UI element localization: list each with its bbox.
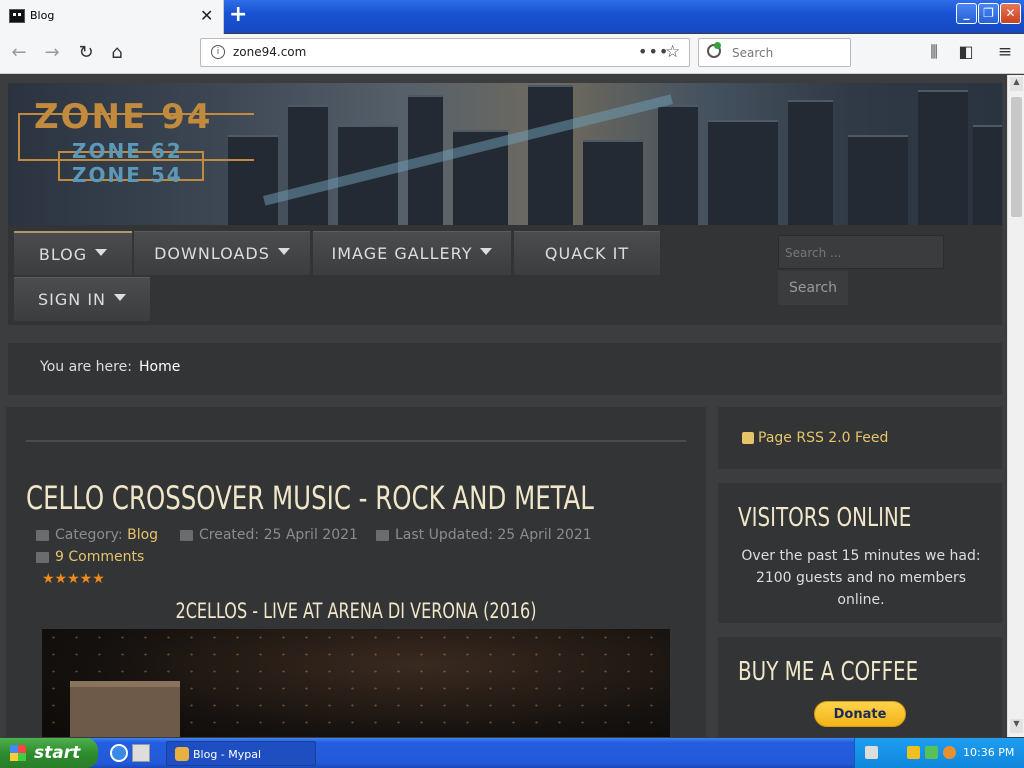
taskbar: start Blog - Mypal 10:36 PM bbox=[0, 738, 1024, 768]
coffee-heading: BUY ME A COFFEE bbox=[738, 657, 919, 687]
menu-label-sign-in: SIGN IN bbox=[37, 290, 106, 309]
chevron-down-icon bbox=[95, 249, 108, 256]
site-search-input[interactable]: Search ... bbox=[778, 235, 944, 269]
divider bbox=[26, 440, 686, 442]
menu-label-quack-it: QUACK IT bbox=[544, 244, 630, 263]
taskbar-item-label: Blog - Mypal bbox=[193, 748, 262, 761]
article: CELLO CROSSOVER MUSIC - ROCK AND METAL C… bbox=[6, 407, 706, 737]
bookmark-star-icon[interactable]: ☆ bbox=[665, 42, 680, 62]
browser-search-placeholder: Search bbox=[732, 46, 774, 60]
menu-item-downloads[interactable]: DOWNLOADS bbox=[134, 231, 310, 275]
menu-label-downloads: DOWNLOADS bbox=[154, 244, 270, 263]
forward-arrow-icon[interactable]: → bbox=[40, 42, 64, 63]
logo-subtitle-2: ZONE 54 bbox=[72, 163, 183, 187]
article-created: Created: 25 April 2021 bbox=[180, 527, 358, 543]
menu-item-image-gallery[interactable]: IMAGE GALLERY bbox=[313, 231, 511, 275]
window-close-button[interactable]: ✕ bbox=[1000, 3, 1021, 24]
url-text[interactable]: zone94.com bbox=[233, 45, 306, 59]
visitors-heading: VISITORS ONLINE bbox=[738, 503, 912, 533]
menu-label-image-gallery: IMAGE GALLERY bbox=[331, 244, 473, 263]
search-icon[interactable] bbox=[943, 746, 956, 759]
browser-search-field[interactable]: Search bbox=[698, 38, 851, 67]
menu-item-quack-it[interactable]: QUACK IT bbox=[514, 231, 660, 275]
back-arrow-icon[interactable]: ← bbox=[7, 42, 31, 63]
menu-item-blog[interactable]: BLOG bbox=[14, 231, 132, 275]
chevron-down-icon bbox=[114, 294, 126, 301]
show-desktop-icon[interactable] bbox=[132, 744, 150, 762]
keyboard-icon[interactable] bbox=[865, 746, 878, 759]
mypal-icon bbox=[175, 747, 189, 761]
article-title[interactable]: CELLO CROSSOVER MUSIC - ROCK AND METAL bbox=[26, 479, 594, 517]
breadcrumb: You are here: Home bbox=[8, 343, 1002, 395]
folder-icon bbox=[36, 529, 49, 541]
site-search-button[interactable]: Search bbox=[778, 271, 848, 305]
reload-icon[interactable]: ↻ bbox=[74, 42, 98, 63]
navigation-toolbar: ← → ↻ ⌂ i zone94.com ••• ☆ Search ⫼ ◧ ≡ bbox=[0, 34, 1024, 74]
site-info-icon[interactable]: i bbox=[211, 45, 225, 59]
vertical-scrollbar[interactable]: ▲ ▼ bbox=[1007, 75, 1024, 737]
rss-icon bbox=[742, 432, 754, 444]
article-subtitle: 2CELLOS - LIVE AT ARENA DI VERONA (2016) bbox=[175, 599, 537, 623]
category-label: Category: bbox=[55, 527, 123, 543]
calendar-icon bbox=[376, 529, 389, 541]
article-category: Category: Blog bbox=[36, 527, 158, 543]
visitors-text: Over the past 15 minutes we had: 2100 gu… bbox=[741, 548, 981, 608]
rss-link[interactable]: Page RSS 2.0 Feed bbox=[758, 430, 888, 446]
donate-button[interactable]: Donate bbox=[814, 701, 906, 727]
taskbar-item-mypal[interactable]: Blog - Mypal bbox=[166, 741, 316, 766]
menu-hamburger-icon[interactable]: ≡ bbox=[993, 42, 1017, 62]
clock[interactable]: 10:36 PM bbox=[963, 746, 1014, 759]
logo-subtitle-1: ZONE 62 bbox=[72, 139, 183, 163]
site-favicon-icon bbox=[9, 9, 25, 23]
chevron-down-icon bbox=[480, 248, 493, 255]
site-logo[interactable]: ZONE 94 bbox=[34, 97, 212, 137]
rating-stars[interactable]: ★★★★★ bbox=[42, 571, 105, 587]
network-icon[interactable] bbox=[925, 746, 938, 759]
scrollbar-thumb[interactable] bbox=[1011, 97, 1022, 217]
chevron-down-icon bbox=[277, 248, 290, 255]
menu-item-sign-in[interactable]: SIGN IN bbox=[14, 277, 150, 321]
close-tab-icon[interactable]: ✕ bbox=[200, 6, 213, 25]
start-label: start bbox=[34, 743, 81, 763]
scroll-down-arrow-icon[interactable]: ▼ bbox=[1010, 719, 1023, 733]
new-tab-button[interactable]: + bbox=[229, 2, 247, 27]
address-bar[interactable]: i zone94.com ••• ☆ bbox=[200, 38, 690, 67]
scroll-up-arrow-icon[interactable]: ▲ bbox=[1010, 77, 1023, 91]
updated-date: Last Updated: 25 April 2021 bbox=[395, 527, 592, 543]
category-link[interactable]: Blog bbox=[127, 527, 158, 543]
tab-title: Blog bbox=[30, 9, 55, 22]
site-banner: ZONE 94 ZONE 62 ZONE 54 bbox=[8, 83, 1002, 225]
library-icon[interactable]: ⫼ bbox=[922, 42, 946, 62]
calendar-icon bbox=[180, 529, 193, 541]
search-engine-icon bbox=[707, 42, 721, 58]
internet-explorer-icon[interactable] bbox=[110, 744, 128, 762]
arena-wall bbox=[70, 681, 180, 737]
home-icon[interactable]: ⌂ bbox=[105, 42, 129, 63]
tab-blog[interactable]: Blog ✕ bbox=[0, 0, 224, 34]
start-button[interactable]: start bbox=[0, 738, 98, 768]
article-updated: Last Updated: 25 April 2021 bbox=[376, 527, 592, 543]
comments-count: 9 Comments bbox=[55, 549, 145, 565]
comment-icon bbox=[36, 551, 49, 563]
video-player[interactable] bbox=[42, 629, 670, 737]
menu-label-blog: BLOG bbox=[38, 245, 88, 264]
system-tray: 10:36 PM bbox=[854, 738, 1024, 768]
breadcrumb-label: You are here: bbox=[40, 359, 132, 375]
breadcrumb-home-link[interactable]: Home bbox=[139, 359, 180, 375]
restore-button[interactable]: ❐ bbox=[978, 3, 999, 24]
visitors-module: VISITORS ONLINE Over the past 15 minutes… bbox=[718, 483, 1002, 623]
rss-module: Page RSS 2.0 Feed bbox=[718, 407, 1002, 469]
minimize-button[interactable]: _ bbox=[956, 3, 977, 24]
comments-link[interactable]: 9 Comments bbox=[36, 549, 144, 565]
windows-flag-icon bbox=[10, 745, 26, 761]
created-date: Created: 25 April 2021 bbox=[199, 527, 358, 543]
sidebar-toggle-icon[interactable]: ◧ bbox=[954, 42, 978, 61]
coffee-module: BUY ME A COFFEE Donate bbox=[718, 637, 1002, 737]
web-page: ZONE 94 ZONE 62 ZONE 54 BLOG DOWNLOADS I… bbox=[0, 75, 1007, 737]
security-shield-icon[interactable] bbox=[907, 746, 920, 759]
